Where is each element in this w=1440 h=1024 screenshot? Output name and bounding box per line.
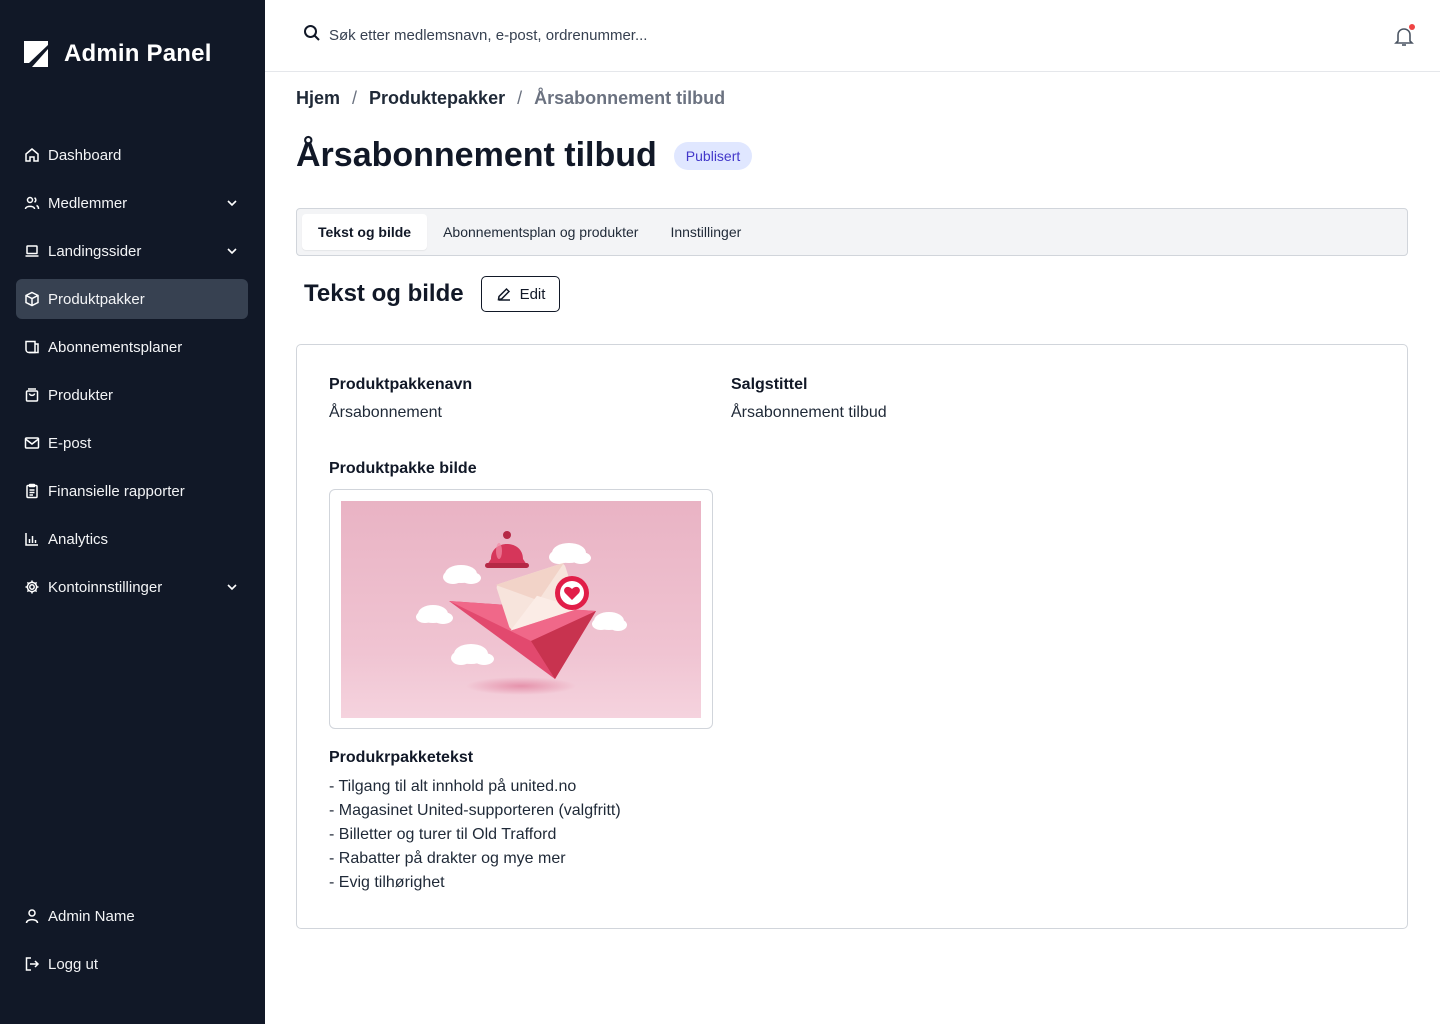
- edit-button-label: Edit: [519, 285, 546, 303]
- search-icon: [303, 24, 321, 47]
- sidebar-item-produktpakker[interactable]: Produktpakker: [16, 279, 248, 319]
- sidebar-item-label: Logg ut: [48, 955, 99, 973]
- sidebar-item-label: Admin Name: [48, 907, 135, 925]
- user-icon: [24, 908, 40, 924]
- sidebar-item-finansielle-rapporter[interactable]: Finansielle rapporter: [16, 471, 248, 511]
- sidebar-item-dashboard[interactable]: Dashboard: [16, 135, 248, 175]
- search-bar: [303, 24, 929, 47]
- sidebar-item-label: E-post: [48, 434, 92, 452]
- field-product-package-name: Produktpakkenavn Årsabonnement: [329, 376, 472, 422]
- list-item: - Evig tilhørighet: [329, 874, 445, 891]
- home-icon: [24, 147, 40, 163]
- breadcrumb-separator: /: [517, 88, 523, 108]
- app-title: Admin Panel: [64, 40, 212, 67]
- field-label: Produkrpakketekst: [329, 749, 474, 766]
- tab-abonnementsplan-og-produkter[interactable]: Abonnementsplan og produkter: [427, 214, 654, 250]
- section-header: Tekst og bilde Edit: [304, 276, 561, 312]
- shopping-bag-icon: [24, 387, 40, 403]
- sidebar-item-kontoinnstillinger[interactable]: Kontoinnstillinger: [16, 567, 248, 607]
- sidebar-item-label: Produktpakker: [48, 290, 145, 308]
- field-sales-title: Salgstittel Årsabonnement tilbud: [731, 376, 887, 422]
- section-title: Tekst og bilde: [304, 280, 464, 307]
- field-image-label: Produktpakke bilde: [329, 460, 477, 478]
- breadcrumb-home[interactable]: Hjem: [296, 88, 340, 109]
- list-item: - Tilgang til alt innhold på united.no: [329, 778, 577, 795]
- sidebar: Admin Panel Dashboard Medlemmer Landings…: [0, 0, 265, 1024]
- field-value: Årsabonnement: [329, 404, 442, 421]
- tab-tekst-og-bilde[interactable]: Tekst og bilde: [302, 214, 428, 250]
- description-list: - Tilgang til alt innhold på united.no -…: [329, 775, 621, 895]
- product-image-frame: [329, 489, 713, 729]
- field-product-package-text: Produkrpakketekst - Tilgang til alt innh…: [329, 749, 621, 895]
- sidebar-item-medlemmer[interactable]: Medlemmer: [16, 183, 248, 223]
- notification-dot: [1409, 24, 1415, 30]
- chevron-down-icon[interactable]: [224, 243, 240, 259]
- logout-icon: [24, 956, 40, 972]
- details-card: Produktpakkenavn Årsabonnement Salgstitt…: [296, 344, 1408, 929]
- sidebar-bottom: Admin Name Logg ut: [16, 896, 248, 992]
- breadcrumb: Hjem / Produktepakker / Årsabonnement ti…: [296, 88, 725, 109]
- sidebar-item-abonnementsplaner[interactable]: Abonnementsplaner: [16, 327, 248, 367]
- sidebar-item-label: Finansielle rapporter: [48, 482, 185, 500]
- users-icon: [24, 195, 40, 211]
- pencil-icon: [497, 287, 510, 301]
- bar-chart-icon: [24, 531, 40, 547]
- search-input[interactable]: [329, 27, 929, 44]
- sidebar-item-label: Produkter: [48, 386, 114, 404]
- sidebar-item-profile[interactable]: Admin Name: [16, 896, 248, 936]
- list-item: - Billetter og turer til Old Trafford: [329, 826, 557, 843]
- sidebar-item-produkter[interactable]: Produkter: [16, 375, 248, 415]
- sidebar-item-label: Analytics: [48, 530, 109, 548]
- sidebar-item-e-post[interactable]: E-post: [16, 423, 248, 463]
- tab-bar: Tekst og bilde Abonnementsplan og produk…: [296, 208, 1408, 256]
- breadcrumb-current: Årsabonnement tilbud: [534, 88, 726, 108]
- subscription-icon: [24, 339, 40, 355]
- field-label: Produktpakke bilde: [329, 460, 477, 477]
- gear-icon: [24, 579, 40, 595]
- tab-innstillinger[interactable]: Innstillinger: [654, 214, 757, 250]
- list-item: - Rabatter på drakter og mye mer: [329, 850, 566, 867]
- breadcrumb-separator: /: [352, 88, 358, 108]
- sidebar-item-label: Dashboard: [48, 146, 122, 164]
- field-value: Årsabonnement tilbud: [731, 404, 887, 421]
- product-image: [341, 501, 701, 718]
- field-label: Produktpakkenavn: [329, 376, 473, 393]
- sidebar-item-label: Landingssider: [48, 242, 142, 260]
- chevron-down-icon[interactable]: [224, 195, 240, 211]
- list-item: - Magasinet United-supporteren (valgfrit…: [329, 802, 621, 819]
- sidebar-nav: Dashboard Medlemmer Landingssider Produk…: [16, 135, 248, 615]
- brand[interactable]: Admin Panel: [24, 40, 212, 68]
- mail-icon: [24, 435, 40, 451]
- status-badge: Publisert: [673, 141, 753, 170]
- package-icon: [24, 291, 40, 307]
- page-title: Årsabonnement tilbud: [296, 136, 657, 174]
- field-label: Salgstittel: [731, 376, 808, 393]
- edit-button[interactable]: Edit: [480, 276, 561, 312]
- notifications-button[interactable]: [1392, 24, 1416, 48]
- breadcrumb-parent[interactable]: Produktepakker: [369, 88, 505, 109]
- chevron-down-icon[interactable]: [224, 579, 240, 595]
- sidebar-item-logout[interactable]: Logg ut: [16, 944, 248, 984]
- laptop-icon: [24, 243, 40, 259]
- page-header: Årsabonnement tilbud Publisert: [296, 136, 753, 175]
- clipboard-icon: [24, 483, 40, 499]
- logo-icon: [24, 41, 48, 67]
- sidebar-item-label: Medlemmer: [48, 194, 128, 212]
- sidebar-item-landingssider[interactable]: Landingssider: [16, 231, 248, 271]
- sidebar-item-analytics[interactable]: Analytics: [16, 519, 248, 559]
- sidebar-item-label: Abonnementsplaner: [48, 338, 183, 356]
- topbar: [265, 0, 1440, 72]
- sidebar-item-label: Kontoinnstillinger: [48, 578, 163, 596]
